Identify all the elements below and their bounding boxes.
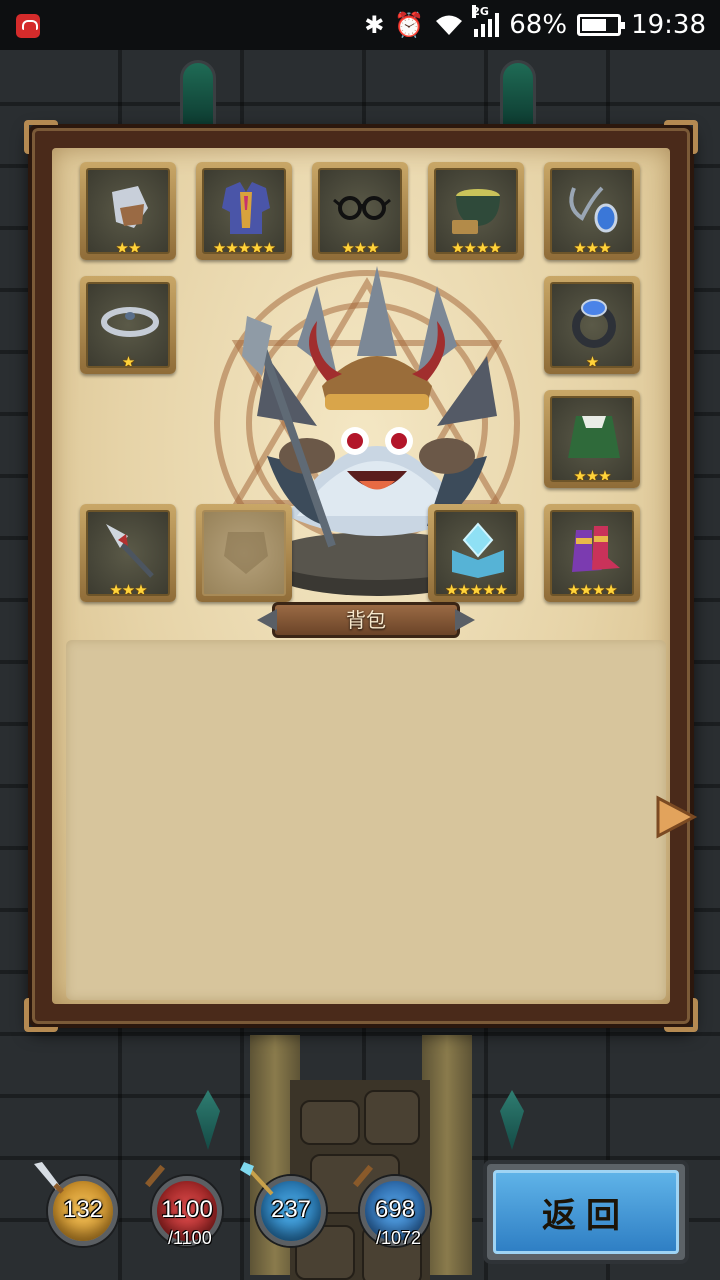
slot-frame: ★★★★★ xyxy=(202,168,286,254)
hp-max: /1100 xyxy=(168,1228,212,1248)
rarity-stars: ★★★ xyxy=(573,239,611,254)
clock: 19:38 xyxy=(631,10,706,40)
gauntlet-icon xyxy=(112,186,148,228)
magic-value: 237 xyxy=(270,1196,312,1223)
potion-icon xyxy=(144,1164,166,1188)
amulet-icon xyxy=(569,186,618,233)
equip-slot-cauldron[interactable]: ★★★★ xyxy=(428,162,524,260)
rarity-stars: ★★★ xyxy=(341,239,379,254)
slot-frame: ★★★★★ xyxy=(434,510,518,596)
equip-slot-gauntlets[interactable]: ★★ xyxy=(80,162,176,260)
return-button[interactable]: 返回 xyxy=(483,1160,689,1264)
network-type: 2G xyxy=(472,5,489,18)
signal-icon: 2G xyxy=(472,5,500,37)
armor-icon xyxy=(222,182,270,234)
sword-icon xyxy=(34,1162,64,1194)
emerald-ornament xyxy=(196,1090,220,1150)
app-notification-icon xyxy=(16,14,40,38)
rarity-stars: ★ xyxy=(585,353,599,368)
rarity-stars: ★★ xyxy=(115,239,142,254)
rarity-stars: ★★★★★ xyxy=(212,239,276,254)
rarity-stars: ★★★★★ xyxy=(444,581,508,596)
magic-stat: 237 xyxy=(240,1162,336,1260)
equip-slot-empty[interactable] xyxy=(196,504,292,602)
mana-value: 698 xyxy=(374,1196,416,1223)
equip-slot-spellbook[interactable]: ★★★★★ xyxy=(428,504,524,602)
staff-icon xyxy=(240,1162,274,1196)
spellbook-icon xyxy=(452,522,504,578)
slot-frame: ★★★ xyxy=(550,168,634,254)
equip-slot-ring[interactable]: ★ xyxy=(544,276,640,374)
slot-frame: ★★★★ xyxy=(550,510,634,596)
equip-slot-amulet[interactable]: ★★★ xyxy=(544,162,640,260)
next-page-arrow-icon[interactable] xyxy=(652,794,698,840)
slot-frame: ★★★★ xyxy=(434,168,518,254)
hp-value: 1100 xyxy=(161,1196,213,1223)
equip-slot-chest-armor[interactable]: ★★★★★ xyxy=(196,162,292,260)
window-slit xyxy=(500,60,536,130)
status-bar: ✱ ⏰ 2G 68% 19:38 xyxy=(0,0,720,50)
rarity-stars: ★ xyxy=(121,353,135,368)
parchment: ★★ ★★★★★ ★★★ ★★★★ ★★★ ★ ★ ★★★ ★★★ ★★★★★ … xyxy=(52,148,670,1004)
rarity-stars: ★★★★ xyxy=(567,581,618,596)
slot-frame: ★ xyxy=(86,282,170,368)
cauldron-icon xyxy=(452,189,500,234)
return-button-label: 返回 xyxy=(493,1170,679,1254)
rarity-stars: ★★★★ xyxy=(451,239,502,254)
equip-slot-circlet[interactable]: ★ xyxy=(80,276,176,374)
circlet-icon xyxy=(101,307,159,337)
slot-frame: ★★★ xyxy=(550,396,634,482)
glasses-icon xyxy=(333,196,391,220)
spear-icon xyxy=(106,524,154,578)
rarity-stars: ★★★ xyxy=(109,581,147,596)
backpack-title: 背包 xyxy=(272,602,460,638)
equip-slot-cloak[interactable]: ★★★ xyxy=(544,390,640,488)
frame-corner xyxy=(664,998,698,1032)
slot-frame: ★★ xyxy=(86,168,170,254)
bluetooth-icon: ✱ xyxy=(364,11,385,39)
slot-frame: ★ xyxy=(550,282,634,368)
attack-value: 132 xyxy=(62,1196,104,1223)
attack-stat: 132 xyxy=(34,1162,128,1260)
equip-slot-boots[interactable]: ★★★★ xyxy=(544,504,640,602)
cloak-icon xyxy=(568,416,620,458)
ring-icon xyxy=(572,299,616,348)
equipment-panel: ★★ ★★★★★ ★★★ ★★★★ ★★★ ★ ★ ★★★ ★★★ ★★★★★ … xyxy=(24,120,698,1032)
slot-frame xyxy=(202,510,286,596)
hp-stat: 1100 /1100 xyxy=(142,1164,232,1260)
mana-max: /1072 xyxy=(376,1228,422,1248)
battery-icon xyxy=(577,14,626,36)
battery-percent: 68% xyxy=(509,10,568,40)
boots-icon xyxy=(572,526,620,572)
equip-slot-glasses[interactable]: ★★★ xyxy=(312,162,408,260)
wand-icon xyxy=(352,1164,374,1188)
wifi-icon xyxy=(436,15,463,35)
emerald-ornament xyxy=(500,1090,524,1150)
alarm-icon: ⏰ xyxy=(394,11,425,39)
window-slit xyxy=(180,60,216,130)
slot-frame: ★★★ xyxy=(86,510,170,596)
slot-frame: ★★★ xyxy=(318,168,402,254)
equip-slot-spear[interactable]: ★★★ xyxy=(80,504,176,602)
backpack-inventory-area[interactable] xyxy=(66,640,666,1000)
rarity-stars: ★★★ xyxy=(573,467,611,482)
mana-stat: 698 /1072 xyxy=(350,1164,440,1260)
empty-slot-icon xyxy=(224,532,268,574)
